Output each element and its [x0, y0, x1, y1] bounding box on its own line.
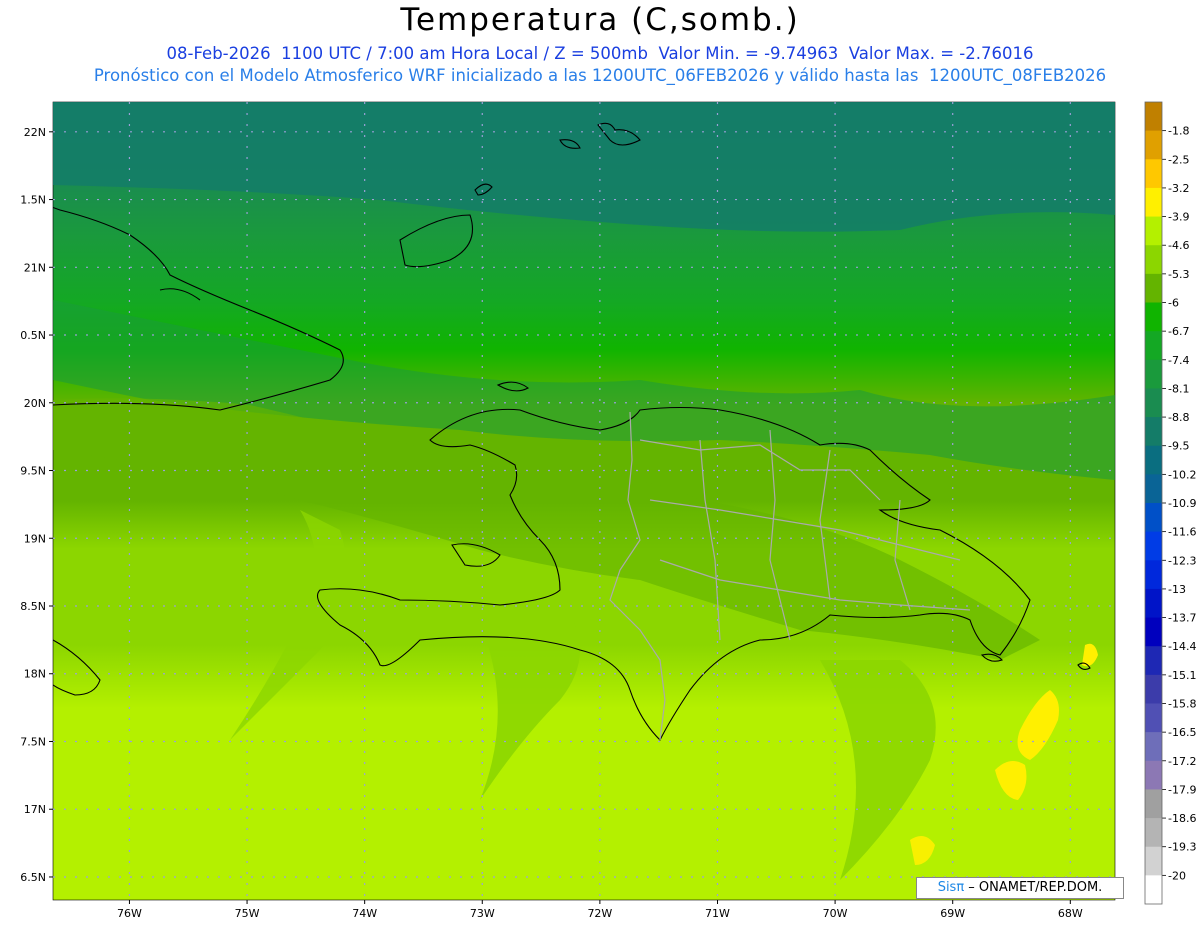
colorbar-label: -12.3: [1168, 554, 1196, 567]
colorbar-swatch: [1145, 503, 1162, 533]
colorbar-label: -20: [1168, 869, 1186, 882]
colorbar-label: -1.8: [1168, 125, 1189, 138]
colorbar-label: -9.5: [1168, 440, 1189, 453]
colorbar-label: -14.4: [1168, 640, 1196, 653]
colorbar-label: -17.9: [1168, 783, 1196, 796]
lon-tick-label: 72W: [587, 907, 612, 920]
colorbar-swatch: [1145, 187, 1162, 218]
lon-tick-label: 69W: [940, 907, 965, 920]
colorbar-label: -15.1: [1168, 669, 1196, 682]
colorbar-label: -3.9: [1168, 211, 1189, 224]
lat-tick-label: 6.5N: [20, 871, 46, 884]
lat-tick-label: 21N: [24, 261, 46, 274]
colorbar-label: -6.7: [1168, 325, 1189, 338]
lat-tick-label: 22N: [24, 126, 46, 139]
colorbar-label: -4.6: [1168, 239, 1189, 252]
colorbar-label: -6: [1168, 297, 1179, 310]
colorbar-swatch: [1145, 846, 1162, 876]
colorbar-label: -11.6: [1168, 526, 1196, 539]
colorbar-label: -18.6: [1168, 812, 1196, 825]
colorbar-swatch: [1145, 818, 1162, 848]
colorbar-swatch: [1145, 159, 1162, 189]
colorbar-swatch: [1145, 875, 1162, 905]
colorbar-swatch: [1145, 130, 1162, 160]
colorbar-label: -7.4: [1168, 354, 1189, 367]
colorbar-swatch: [1145, 789, 1162, 819]
colorbar-label: -5.3: [1168, 268, 1189, 281]
lon-tick-label: 71W: [705, 907, 730, 920]
colorbar-label: -17.2: [1168, 755, 1196, 768]
lat-tick-label: 8.5N: [20, 600, 46, 613]
lat-tick-label: 1.5N: [20, 194, 46, 207]
colorbar-swatch: [1145, 359, 1162, 389]
colorbar-swatch: [1145, 388, 1162, 418]
colorbar-swatch: [1145, 331, 1162, 361]
colorbar-swatch: [1145, 531, 1162, 561]
lon-tick-label: 73W: [470, 907, 495, 920]
colorbar-swatch: [1145, 474, 1162, 504]
lon-tick-label: 68W: [1058, 907, 1083, 920]
colorbar-label: -8.1: [1168, 382, 1189, 395]
colorbar-label: -13: [1168, 583, 1186, 596]
coast-jamaica-west: [53, 639, 54, 640]
colorbar-label: -3.2: [1168, 182, 1189, 195]
colorbar-swatch: [1145, 245, 1162, 275]
colorbar-swatch: [1145, 417, 1162, 447]
colorbar-swatch: [1145, 588, 1162, 619]
credit-text: – ONAMET/REP.DOM.: [964, 880, 1103, 895]
lat-tick-label: 18N: [24, 668, 46, 681]
lat-tick-label: 19N: [24, 532, 46, 545]
sispi-logo: Sisπ: [937, 880, 965, 895]
colorbar-swatch: [1145, 102, 1162, 132]
lon-tick-label: 75W: [235, 907, 260, 920]
colorbar-label: -19.3: [1168, 841, 1196, 854]
colorbar-swatch: [1145, 703, 1162, 733]
lat-tick-label: 17N: [24, 803, 46, 816]
colorbar-label: -10.2: [1168, 468, 1196, 481]
lat-tick-label: 0.5N: [20, 329, 46, 342]
colorbar-label: -2.5: [1168, 153, 1189, 166]
lat-tick-label: 20N: [24, 397, 46, 410]
colorbar-label: -15.8: [1168, 698, 1196, 711]
colorbar-swatch: [1145, 760, 1162, 790]
colorbar-label: -8.8: [1168, 411, 1189, 424]
colorbar-swatch: [1145, 302, 1162, 332]
lon-tick-label: 70W: [823, 907, 848, 920]
temperature-map: 22N 1.5N 21N 0.5N 20N 9.5N 19N 8.5N 18N 7.5N 17N 6.…: [20, 101, 1196, 920]
colorbar: -1.8 -2.5 -3.2 -3.9 -4.6 -5.3 -6 -6.7 -7.4 -8.1 -8…: [1144, 101, 1196, 905]
lon-tick-label: 74W: [352, 907, 377, 920]
colorbar-label: -13.7: [1168, 612, 1196, 625]
colorbar-swatch: [1145, 445, 1162, 475]
colorbar-swatch: [1145, 216, 1162, 246]
lon-tick-label: 76W: [117, 907, 142, 920]
colorbar-label: -10.9: [1168, 497, 1196, 510]
credit-box: Sisπ – ONAMET/REP.DOM.: [916, 877, 1124, 899]
colorbar-swatch: [1145, 273, 1162, 303]
colorbar-swatch: [1145, 560, 1162, 590]
lat-tick-label: 7.5N: [20, 735, 46, 748]
lat-tick-label: 9.5N: [20, 465, 46, 478]
colorbar-label: -16.5: [1168, 726, 1196, 739]
colorbar-swatch: [1145, 646, 1162, 676]
colorbar-swatch: [1145, 732, 1162, 762]
colorbar-swatch: [1145, 674, 1162, 704]
colorbar-swatch: [1145, 617, 1162, 647]
